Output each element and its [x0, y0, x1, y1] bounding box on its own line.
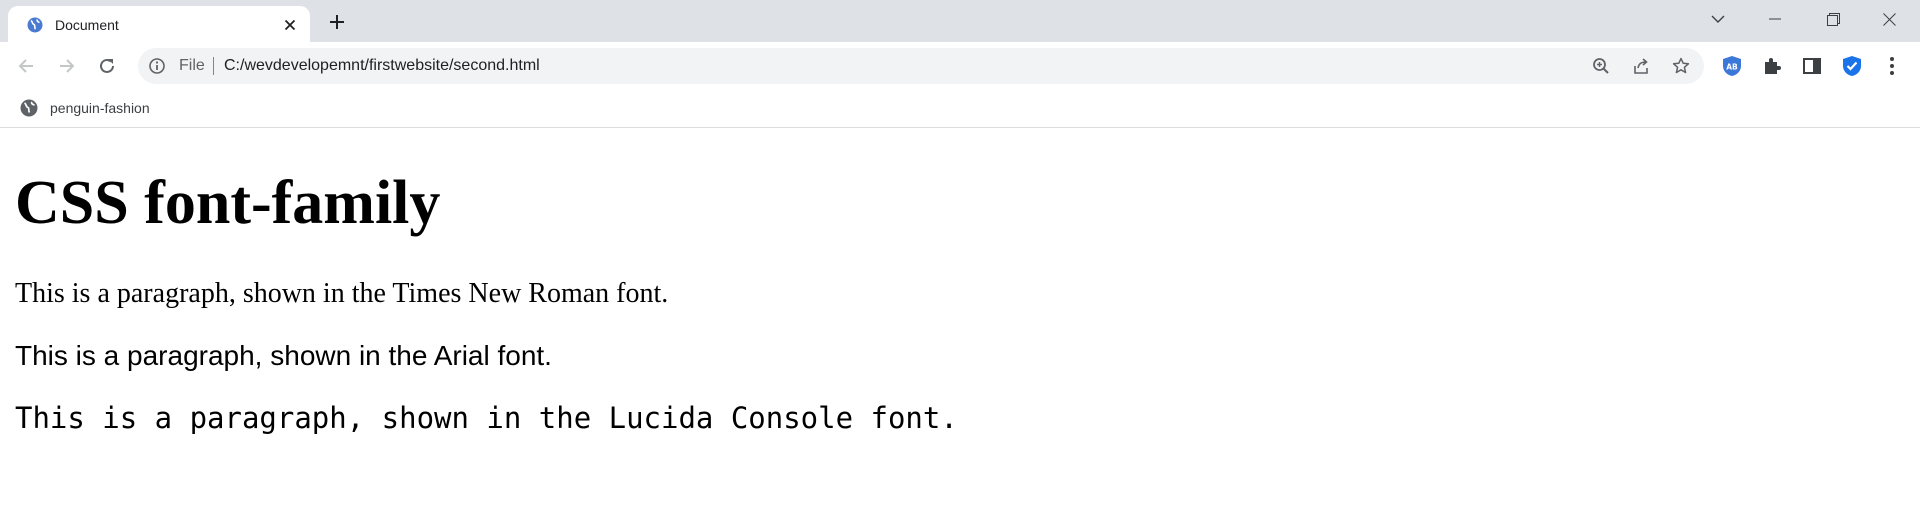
new-tab-plus-icon[interactable]	[325, 10, 349, 34]
forward-arrow-icon[interactable]	[51, 50, 83, 82]
restore-icon[interactable]	[1810, 0, 1856, 38]
adblock-extension-icon[interactable]: AB	[1718, 52, 1746, 80]
reload-icon[interactable]	[91, 50, 123, 82]
bookmarks-bar: penguin-fashion	[0, 90, 1920, 128]
close-icon[interactable]	[280, 15, 300, 35]
side-panel-icon[interactable]	[1798, 52, 1826, 80]
back-arrow-icon[interactable]	[10, 50, 42, 82]
bookmark-label: penguin-fashion	[50, 100, 150, 116]
page-viewport: CSS font-family This is a paragraph, sho…	[0, 129, 1920, 529]
shield-extension-icon[interactable]	[1838, 52, 1866, 80]
puzzle-extensions-icon[interactable]	[1758, 52, 1786, 80]
tab-strip: Document	[0, 0, 1920, 42]
address-divider	[213, 57, 214, 75]
globe-icon	[27, 17, 43, 33]
info-icon[interactable]	[148, 57, 166, 75]
url-text[interactable]: C:/wevdevelopemnt/firstwebsite/second.ht…	[224, 57, 540, 75]
tab-search-chevron-icon[interactable]	[1695, 0, 1741, 38]
tab-title: Document	[55, 17, 119, 33]
share-icon[interactable]	[1631, 56, 1651, 76]
svg-text:AB: AB	[1726, 63, 1738, 72]
kebab-menu-icon[interactable]	[1878, 52, 1906, 80]
paragraph-arial: This is a paragraph, shown in the Arial …	[15, 340, 552, 371]
bookmark-item[interactable]: penguin-fashion	[12, 95, 158, 121]
url-scheme-label: File	[179, 57, 205, 74]
paragraph-lucida: This is a paragraph, shown in the Lucida…	[15, 401, 958, 435]
bookmark-star-icon[interactable]	[1671, 56, 1691, 76]
address-bar[interactable]: File C:/wevdevelopemnt/firstwebsite/seco…	[138, 48, 1704, 84]
paragraph-times: This is a paragraph, shown in the Times …	[15, 278, 669, 309]
globe-icon	[20, 99, 38, 117]
zoom-icon[interactable]	[1591, 56, 1611, 76]
minimize-icon[interactable]	[1752, 0, 1798, 38]
browser-toolbar: File C:/wevdevelopemnt/firstwebsite/seco…	[0, 42, 1920, 90]
close-window-icon[interactable]	[1866, 0, 1912, 38]
page-heading: CSS font-family	[15, 169, 441, 237]
browser-tab[interactable]: Document	[8, 6, 310, 42]
